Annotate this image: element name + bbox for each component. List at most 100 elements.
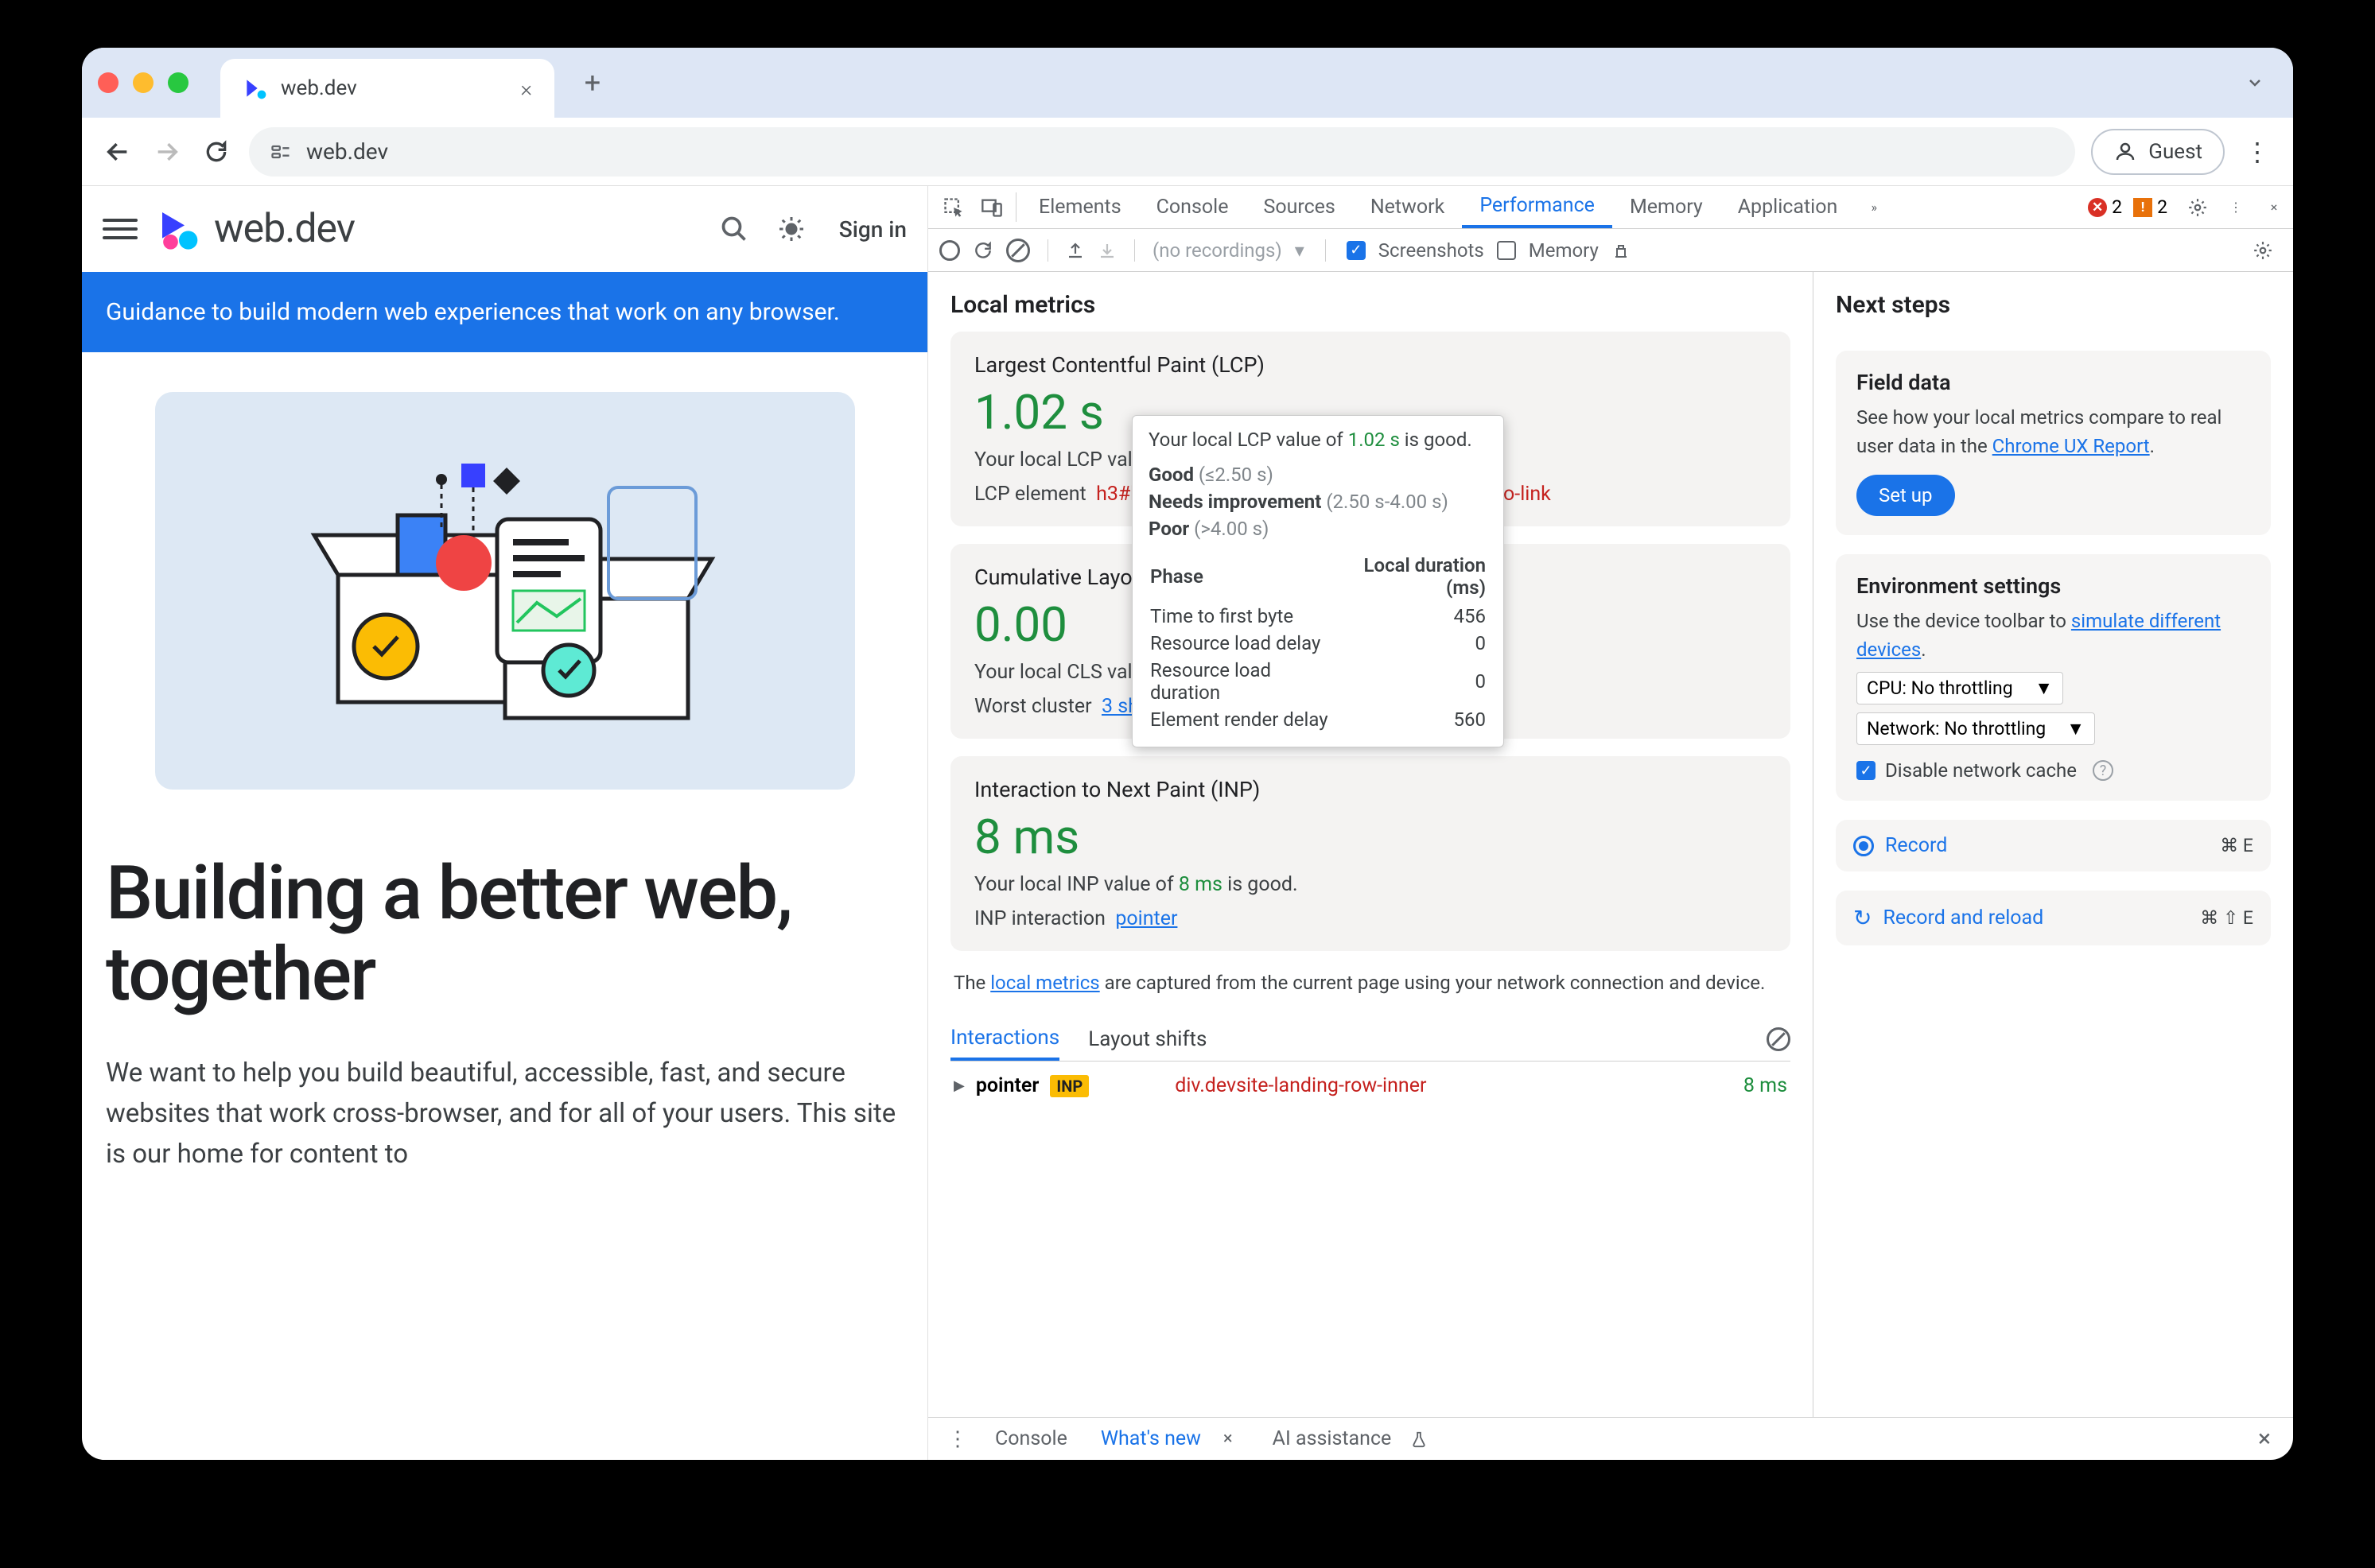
download-icon[interactable] [1098, 241, 1117, 260]
signin-button[interactable]: Sign in [839, 216, 907, 243]
screenshots-checkbox[interactable]: ✓ [1347, 241, 1366, 260]
address-text: web.dev [306, 138, 388, 165]
site-info-icon[interactable] [270, 141, 292, 163]
flask-icon [1410, 1430, 1428, 1448]
reload-record-icon[interactable] [973, 240, 993, 261]
close-drawer-icon[interactable]: × [2247, 1425, 2282, 1453]
forward-button[interactable] [150, 135, 184, 169]
local-metrics-panel: Local metrics Largest Contentful Paint (… [928, 272, 1813, 1417]
menu-icon[interactable] [103, 212, 138, 246]
address-bar[interactable]: web.dev [249, 127, 2075, 177]
tab-title: web.dev [281, 76, 357, 100]
settings-icon[interactable] [2179, 186, 2217, 228]
lcp-element-label: LCP element [974, 483, 1086, 506]
screenshots-label: Screenshots [1378, 239, 1484, 262]
drawer-tab-whatsnew[interactable]: What's new [1086, 1427, 1215, 1450]
more-options-icon[interactable]: ⋮ [2217, 186, 2255, 228]
next-steps-heading: Next steps [1836, 291, 2271, 319]
record-reload-action[interactable]: ↻ Record and reload ⌘ ⇧ E [1836, 891, 2271, 945]
page-content: web.dev Sign in Guidance to build modern… [82, 186, 928, 1460]
drawer-tab-ai-assistance[interactable]: AI assistance [1258, 1427, 1406, 1450]
browser-tabstrip: web.dev × + [82, 48, 2293, 118]
performance-toolbar: (no recordings) ▾ ✓ Screenshots Memory [928, 229, 2293, 272]
maximize-window-icon[interactable] [168, 72, 189, 93]
minimize-window-icon[interactable] [133, 72, 154, 93]
device-toolbar-icon[interactable] [973, 186, 1011, 228]
field-data-card: Field data See how your local metrics co… [1836, 351, 2271, 535]
profile-button[interactable]: Guest [2091, 129, 2225, 175]
expand-icon[interactable]: ▶ [954, 1077, 965, 1094]
devtools-tabbar: Elements Console Sources Network Perform… [928, 186, 2293, 229]
new-tab-button[interactable]: + [570, 60, 615, 105]
browser-menu-icon[interactable]: ⋮ [2241, 137, 2274, 167]
guest-avatar-icon [2113, 140, 2137, 164]
record-icon[interactable] [939, 240, 960, 261]
error-count[interactable]: ✕2 [2088, 186, 2122, 228]
tab-network[interactable]: Network [1353, 186, 1462, 228]
theme-toggle-icon[interactable] [772, 210, 810, 248]
inp-description: Your local INP value of 8 ms is good. [974, 873, 1767, 896]
search-icon[interactable] [715, 210, 753, 248]
more-tabs-icon[interactable]: » [1855, 186, 1893, 228]
interactions-tabs: Interactions Layout shifts [950, 1018, 1790, 1062]
tab-console[interactable]: Console [1139, 186, 1246, 228]
local-metrics-heading: Local metrics [950, 291, 1790, 319]
close-whatsnew-icon[interactable]: × [1223, 1429, 1233, 1449]
clear-icon[interactable] [1006, 239, 1030, 262]
subtab-layout-shifts[interactable]: Layout shifts [1088, 1019, 1207, 1059]
setup-button[interactable]: Set up [1856, 475, 1955, 516]
tabs-dropdown-icon[interactable] [2241, 68, 2269, 97]
inspect-element-icon[interactable] [935, 186, 973, 228]
tab-memory[interactable]: Memory [1612, 186, 1720, 228]
record-action[interactable]: Record ⌘ E [1836, 820, 2271, 871]
interaction-target: div.devsite-landing-row-inner [1175, 1074, 1426, 1097]
subtab-interactions[interactable]: Interactions [950, 1018, 1059, 1061]
inp-title: Interaction to Next Paint (INP) [974, 777, 1767, 802]
lcp-title: Largest Contentful Paint (LCP) [974, 352, 1767, 378]
close-window-icon[interactable] [98, 72, 119, 93]
inp-interaction-link[interactable]: pointer [1115, 907, 1177, 930]
back-button[interactable] [101, 135, 134, 169]
recordings-dropdown[interactable]: (no recordings) [1153, 239, 1282, 262]
devtools-panel: Elements Console Sources Network Perform… [928, 186, 2293, 1460]
window-controls [98, 72, 189, 93]
drawer-menu-icon[interactable]: ⋮ [939, 1427, 976, 1451]
clear-interactions-icon[interactable] [1767, 1027, 1790, 1051]
site-header: web.dev Sign in [82, 186, 927, 272]
hero-illustration [155, 392, 855, 790]
cpu-throttling-select[interactable]: CPU: No throttling▼ [1856, 672, 2063, 704]
inp-value: 8 ms [974, 809, 1767, 865]
drawer-tab-console[interactable]: Console [981, 1427, 1082, 1450]
tab-sources[interactable]: Sources [1246, 186, 1352, 228]
tab-application[interactable]: Application [1720, 186, 1856, 228]
inp-card: Interaction to Next Paint (INP) 8 ms You… [950, 756, 1790, 951]
close-tab-icon[interactable]: × [520, 76, 532, 102]
close-devtools-icon[interactable]: × [2255, 186, 2293, 228]
warning-count[interactable]: !2 [2133, 186, 2167, 228]
capture-settings-icon[interactable] [2244, 240, 2282, 261]
local-metrics-link[interactable]: local metrics [990, 972, 1099, 994]
memory-checkbox[interactable] [1497, 241, 1516, 260]
tab-elements[interactable]: Elements [1021, 186, 1139, 228]
interaction-type: pointer [976, 1074, 1040, 1097]
site-logo[interactable]: web.dev [157, 206, 355, 252]
disable-cache-checkbox[interactable]: ✓ [1856, 761, 1876, 780]
memory-label: Memory [1529, 239, 1599, 262]
disable-cache-label: Disable network cache [1885, 759, 2077, 782]
next-steps-panel: Next steps Field data See how your local… [1813, 272, 2293, 1417]
webdev-favicon-icon [243, 76, 268, 101]
field-data-title: Field data [1856, 370, 2250, 395]
crux-link[interactable]: Chrome UX Report [1992, 435, 2150, 457]
inp-interaction-label: INP interaction [974, 907, 1106, 930]
gc-icon[interactable] [1611, 241, 1631, 260]
browser-tab[interactable]: web.dev × [220, 59, 554, 118]
interaction-row[interactable]: ▶ pointer INP div.devsite-landing-row-in… [950, 1062, 1790, 1110]
guest-label: Guest [2148, 140, 2202, 164]
tab-performance[interactable]: Performance [1462, 186, 1612, 228]
network-throttling-select[interactable]: Network: No throttling▼ [1856, 712, 2095, 745]
site-logo-text: web.dev [214, 206, 355, 252]
webdev-logo-icon [157, 207, 201, 251]
help-icon[interactable]: ? [2093, 760, 2113, 781]
reload-button[interactable] [200, 135, 233, 169]
upload-icon[interactable] [1066, 241, 1085, 260]
